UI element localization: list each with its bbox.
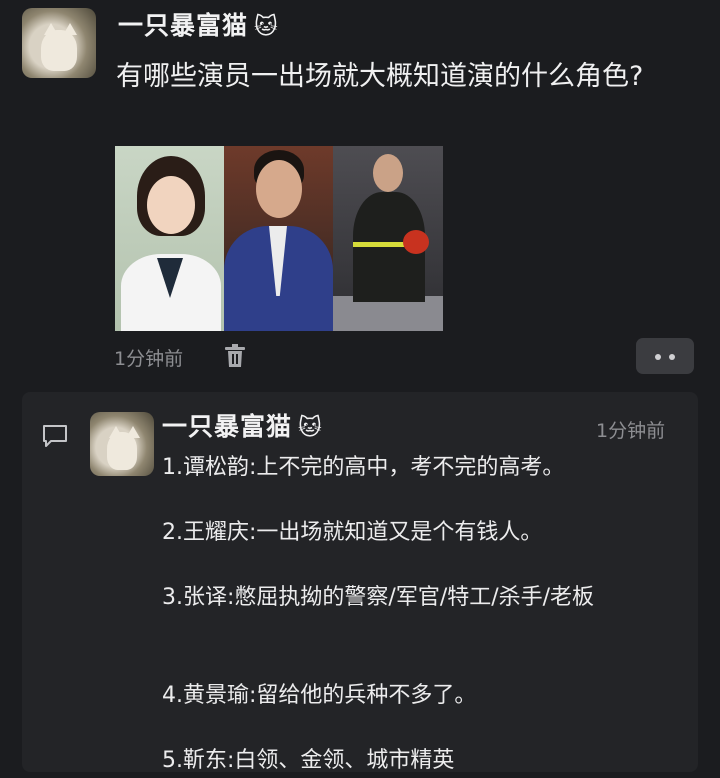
- post-image-2[interactable]: [224, 146, 333, 331]
- cat-face-icon: 🐱: [254, 14, 279, 40]
- post-text: 有哪些演员一出场就大概知道演的什么角色?: [116, 61, 644, 92]
- comment-timestamp: 1分钟前: [596, 420, 666, 442]
- post-timestamp: 1分钟前: [114, 348, 184, 370]
- face-shape: [373, 154, 403, 192]
- post-image-3[interactable]: [333, 146, 443, 331]
- post-author-name[interactable]: 一只暴富猫 🐱: [118, 6, 279, 42]
- comment-icon[interactable]: [42, 424, 68, 448]
- cat-face-icon: 🐱: [298, 415, 323, 441]
- avatar-cat-figure: [106, 432, 138, 470]
- avatar-cat-figure: [41, 30, 77, 71]
- face-shape: [147, 176, 195, 234]
- helmet-shape: [403, 230, 429, 254]
- comment-line-5: 5.靳东:白领、金领、城市精英: [162, 748, 455, 773]
- post-image-1[interactable]: [115, 146, 224, 331]
- face-shape: [256, 160, 302, 218]
- comment-line-2: 2.王耀庆:一出场就知道又是个有钱人。: [162, 520, 543, 545]
- more-options-button[interactable]: [636, 338, 694, 374]
- post-author-avatar[interactable]: [22, 8, 96, 78]
- comment-author-name[interactable]: 一只暴富猫 🐱: [162, 407, 323, 443]
- comment-line-1: 1.谭松韵:上不完的高中，考不完的高考。: [162, 455, 565, 480]
- comment-author-avatar[interactable]: [90, 412, 154, 476]
- comment-line-4: 4.黄景瑜:留给他的兵种不多了。: [162, 683, 477, 708]
- trash-icon[interactable]: [224, 344, 246, 368]
- more-icon-dot: [669, 354, 675, 360]
- more-icon: [655, 354, 661, 360]
- author-name-text: 一只暴富猫: [118, 11, 249, 40]
- author-name-text: 一只暴富猫: [162, 412, 293, 441]
- comment-line-3: 3.张译:憋屈执拗的警察/军官/特工/杀手/老板: [162, 585, 595, 610]
